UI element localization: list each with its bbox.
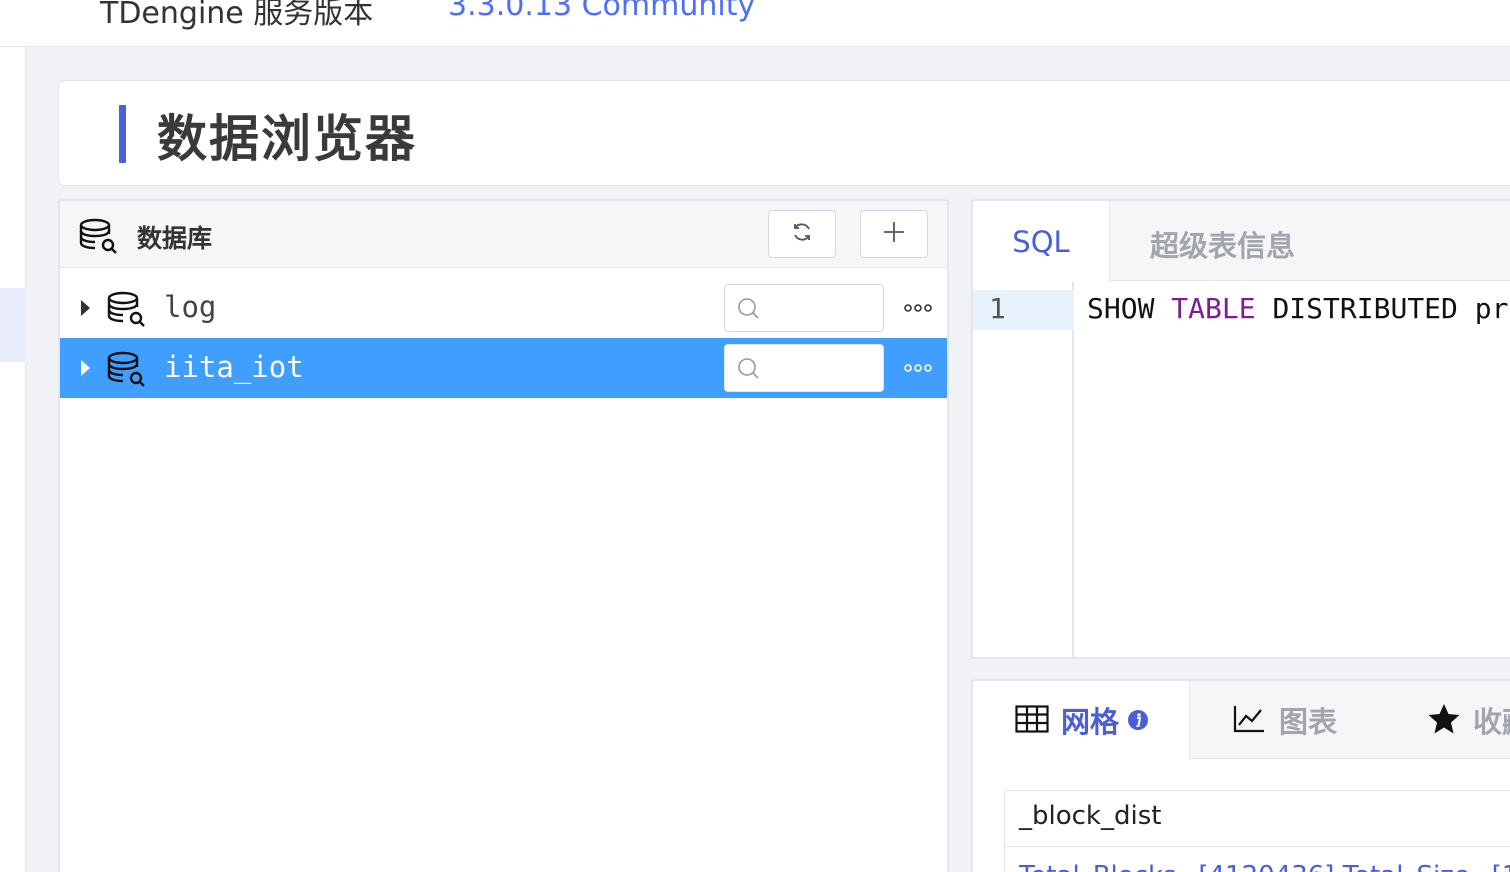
tab-grid-label: 网格: [1061, 705, 1120, 739]
title-accent-bar: [119, 105, 126, 163]
search-icon: [737, 357, 761, 385]
caret-right-icon[interactable]: [78, 358, 94, 378]
table-header-cell[interactable]: _block_dist: [1005, 791, 1510, 847]
database-panel: 数据库 log iita_iot: [58, 199, 949, 872]
version-link[interactable]: 3.3.0.13 Community: [448, 0, 755, 23]
add-database-button[interactable]: [860, 210, 928, 258]
page-header: 数据浏览器: [58, 80, 1510, 186]
database-search-icon: [106, 291, 148, 331]
left-nav: [0, 47, 26, 872]
refresh-icon: [791, 221, 813, 247]
tab-sql[interactable]: SQL: [973, 201, 1110, 282]
tab-grid[interactable]: 网格: [973, 681, 1190, 760]
tab-supertable-info[interactable]: 超级表信息: [1150, 223, 1295, 265]
star-icon: [1427, 703, 1461, 739]
sql-code-line[interactable]: SHOW TABLE DISTRIBUTED pro: [1087, 292, 1510, 325]
database-search-icon: [106, 351, 148, 391]
code-keyword-show: SHOW: [1087, 292, 1155, 325]
database-row-log[interactable]: log: [60, 278, 947, 338]
database-row-iita-iot[interactable]: iita_iot: [60, 338, 947, 398]
tab-favorites-label: 收藏: [1473, 705, 1510, 739]
nav-item-active[interactable]: [0, 288, 26, 362]
table-search-input[interactable]: [724, 344, 884, 392]
database-panel-header: 数据库: [60, 201, 947, 268]
more-options-icon[interactable]: [904, 360, 932, 376]
code-keyword-distributed: DISTRIBUTED: [1272, 292, 1458, 325]
sql-tab-bar: SQL 超级表信息: [973, 201, 1510, 282]
tab-favorites[interactable]: 收藏: [1427, 681, 1510, 759]
line-gutter: 1: [973, 282, 1074, 657]
top-bar: TDengine 服务版本 3.3.0.13 Community: [0, 0, 1510, 47]
result-table: _block_dist Total_Blocks=[4120436] Total…: [1004, 790, 1510, 872]
tab-chart-label: 图表: [1279, 705, 1338, 739]
more-options-icon[interactable]: [904, 300, 932, 316]
column-header: _block_dist: [1019, 801, 1162, 831]
result-tab-bar: 网格 图表 收: [973, 681, 1510, 760]
database-panel-title: 数据库: [137, 224, 213, 253]
info-icon[interactable]: [1127, 709, 1149, 735]
code-keyword-table: TABLE: [1171, 292, 1256, 325]
table-cell: Total_Blocks=[4120436] Total_Size=[1: [1019, 861, 1510, 872]
database-name: iita_iot: [164, 350, 304, 384]
result-panel: 网格 图表 收 _block_dist: [971, 679, 1510, 872]
line-chart-icon: [1233, 705, 1265, 737]
sql-editor[interactable]: 1 SHOW TABLE DISTRIBUTED pro: [973, 282, 1510, 657]
code-identifier: pro: [1474, 292, 1510, 325]
page-title: 数据浏览器: [157, 110, 417, 168]
product-name: TDengine 服务版本: [100, 0, 374, 31]
plus-icon: [882, 220, 906, 248]
refresh-button[interactable]: [768, 210, 836, 258]
database-search-icon: [78, 218, 120, 258]
search-icon: [737, 297, 761, 325]
caret-right-icon[interactable]: [78, 298, 94, 318]
line-number: 1: [989, 292, 1006, 325]
sql-panel: SQL 超级表信息 1 SHOW TABLE DISTRIBUTED pro: [971, 199, 1510, 659]
table-search-input[interactable]: [724, 284, 884, 332]
database-name: log: [164, 290, 217, 324]
tab-chart[interactable]: 图表: [1233, 681, 1363, 759]
grid-table-icon: [1015, 705, 1049, 737]
